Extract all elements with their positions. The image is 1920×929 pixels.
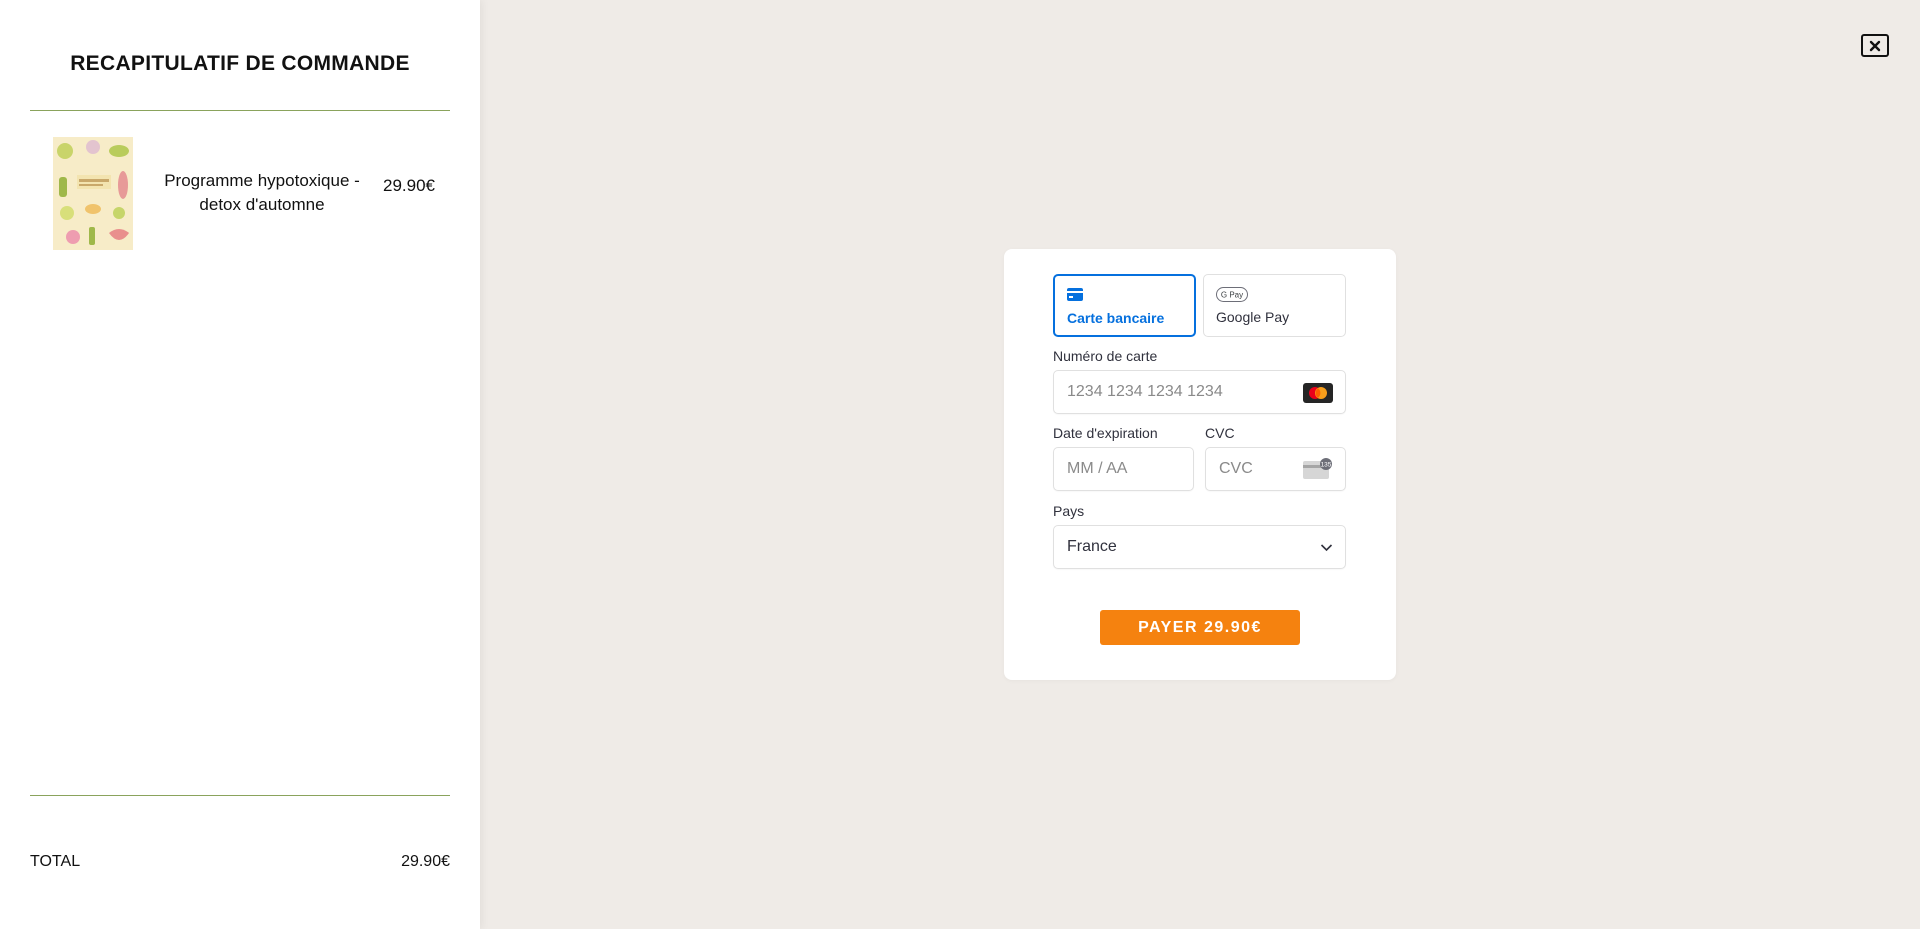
card-number-field[interactable] [1053, 370, 1346, 414]
product-thumbnail [53, 137, 133, 250]
product-price: 29.90€ [383, 176, 435, 195]
mastercard-icon [1303, 383, 1333, 403]
total-value: 29.90€ [401, 853, 450, 870]
payment-form: Carte bancaire G Pay Google Pay Numéro d… [1004, 249, 1396, 680]
country-select[interactable]: France [1053, 525, 1346, 569]
divider [30, 795, 450, 796]
cvc-label: CVC [1205, 425, 1235, 441]
google-pay-icon: G Pay [1216, 287, 1248, 307]
country-label: Pays [1053, 503, 1085, 519]
order-summary-title: RECAPITULATIF DE COMMANDE [70, 52, 410, 75]
pay-button[interactable]: PAYER 29.90€ [1100, 610, 1300, 645]
expiry-label: Date d'expiration [1053, 425, 1158, 441]
product-name: Programme hypotoxique - detox d'automne [164, 171, 360, 214]
close-icon [1869, 40, 1881, 51]
card-number-label: Numéro de carte [1053, 348, 1158, 364]
tab-label: Google Pay [1216, 309, 1290, 325]
chevron-down-icon [1320, 541, 1333, 559]
order-summary-panel: RECAPITULATIF DE COMMANDE Programme hypo… [0, 0, 480, 929]
expiry-field[interactable] [1053, 447, 1194, 491]
cvc-field[interactable]: 135 [1205, 447, 1346, 491]
cvc-input[interactable] [1219, 448, 1299, 490]
divider [30, 110, 450, 111]
credit-card-icon [1067, 288, 1083, 306]
cvc-icon-text: 135 [1321, 462, 1332, 469]
close-button[interactable] [1861, 34, 1889, 57]
order-item: Programme hypotoxique - detox d'automne … [30, 136, 450, 251]
tab-google-pay[interactable]: G Pay Google Pay [1203, 274, 1346, 337]
expiry-input[interactable] [1067, 448, 1187, 490]
google-pay-icon-text: G Pay [1221, 291, 1243, 300]
tab-card-payment[interactable]: Carte bancaire [1053, 274, 1196, 337]
tab-label: Carte bancaire [1067, 310, 1165, 326]
card-number-input[interactable] [1067, 371, 1267, 413]
country-value: France [1067, 538, 1117, 555]
total-label: TOTAL [30, 853, 81, 870]
cvc-card-icon: 135 [1303, 458, 1333, 482]
